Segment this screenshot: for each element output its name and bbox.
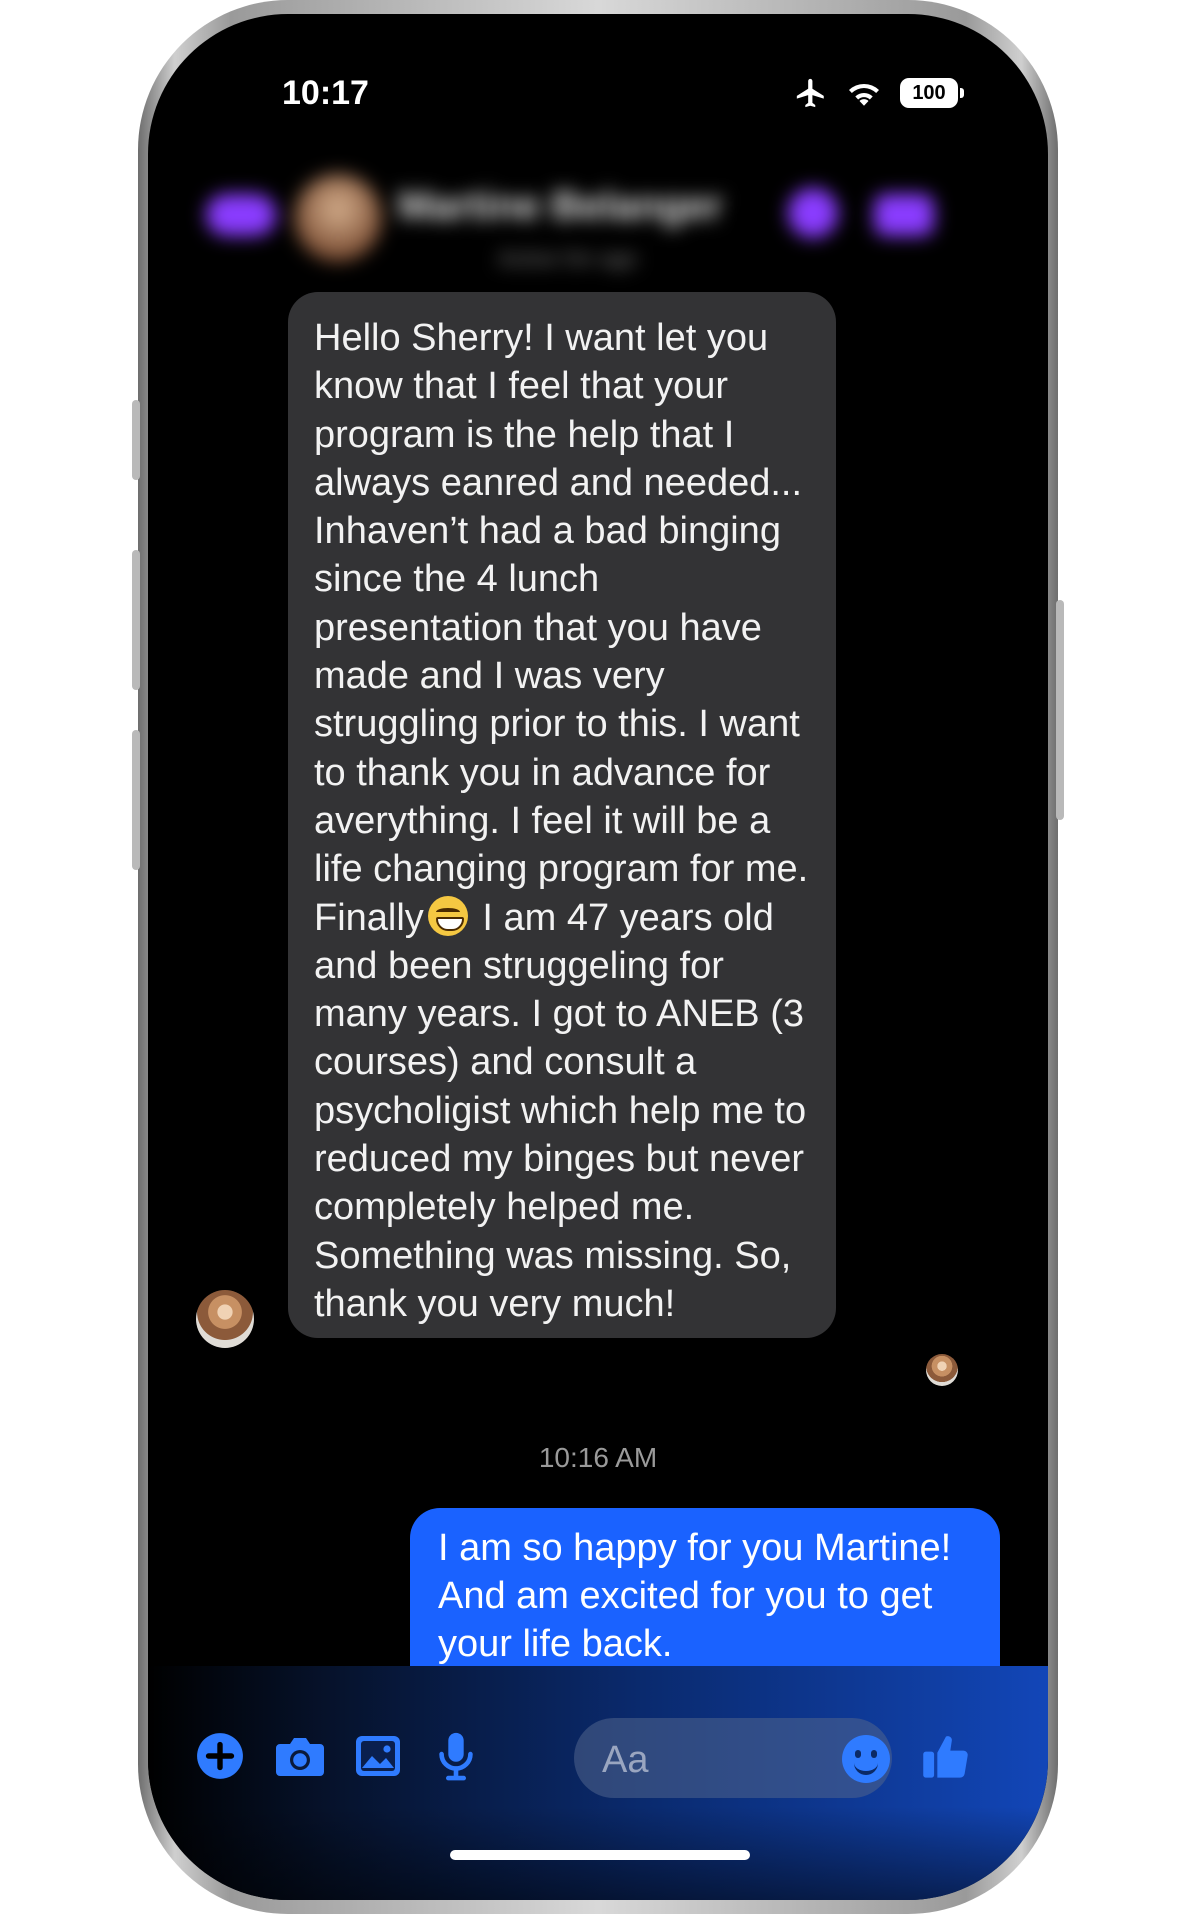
- side-button-left-3: [132, 730, 140, 870]
- microphone-icon-glyph: [439, 1732, 473, 1781]
- message-timestamp: 10:16 AM: [538, 1442, 658, 1473]
- outgoing-message-text: I am so happy for you Martine! And am ex…: [438, 1527, 952, 1665]
- side-button-left-2: [132, 550, 140, 690]
- phone-call-icon[interactable]: [788, 188, 838, 238]
- plus-icon-glyph: [197, 1733, 243, 1779]
- battery-indicator: 100: [900, 78, 964, 108]
- chat-header: Martine Belanger Active 5m ago: [148, 154, 1048, 294]
- sender-avatar[interactable]: [196, 1290, 254, 1348]
- side-button-left-1: [132, 400, 140, 480]
- camera-icon[interactable]: [272, 1728, 328, 1784]
- camera-icon-glyph: [276, 1738, 324, 1776]
- home-indicator[interactable]: [450, 1850, 750, 1860]
- photo-icon-glyph: [356, 1736, 400, 1776]
- thumbs-up-icon[interactable]: [918, 1728, 974, 1784]
- status-time: 10:17: [282, 74, 369, 112]
- phone-screen: 10:17 100 Martine Belanger Active 5m ago…: [148, 14, 1048, 1900]
- incoming-message-bubble[interactable]: Hello Sherry! I want let you know that I…: [288, 292, 836, 1338]
- status-icons: 100: [794, 76, 964, 110]
- message-input-placeholder: Aa: [602, 1739, 649, 1781]
- status-bar: 10:17 100: [148, 14, 1048, 124]
- incoming-message-text-continued: I am 47 years old and been struggeling f…: [314, 896, 817, 1325]
- grinning-face-emoji-icon: [427, 895, 468, 936]
- back-button[interactable]: [206, 194, 276, 236]
- read-receipt-avatar: [926, 1354, 958, 1386]
- thumbs-up-icon-glyph: [923, 1736, 968, 1778]
- incoming-message-text: Hello Sherry! I want let you know that I…: [314, 317, 819, 939]
- contact-avatar[interactable]: [294, 174, 382, 262]
- wifi-icon: [849, 83, 879, 106]
- emoji-icon[interactable]: [842, 1735, 890, 1783]
- airplane-icon: [796, 78, 824, 108]
- contact-name[interactable]: Martine Belanger: [398, 184, 723, 229]
- plus-icon[interactable]: [192, 1728, 248, 1784]
- side-button-right: [1056, 600, 1064, 820]
- contact-status: Active 5m ago: [498, 246, 638, 271]
- microphone-icon[interactable]: [428, 1728, 484, 1784]
- video-call-icon[interactable]: [874, 194, 934, 236]
- photo-icon[interactable]: [350, 1728, 406, 1784]
